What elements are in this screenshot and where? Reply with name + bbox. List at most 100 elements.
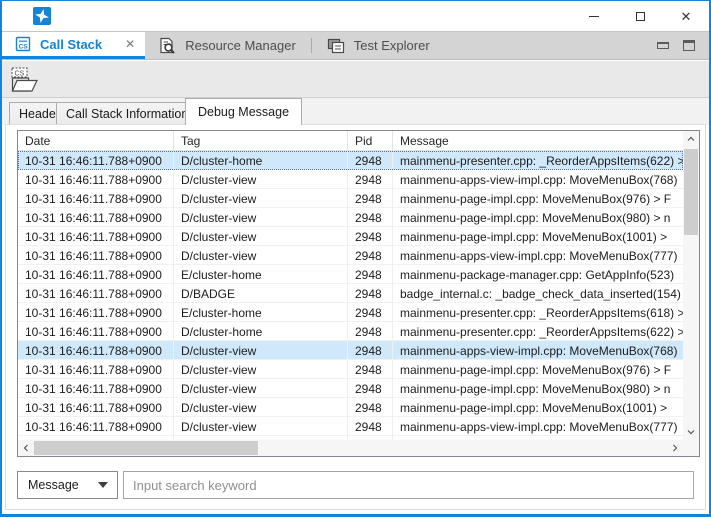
- panel-minimize-icon[interactable]: [657, 42, 669, 49]
- cell-pid: 2948: [348, 170, 393, 189]
- scroll-left-button[interactable]: [18, 440, 34, 456]
- doc-tab-call-stack[interactable]: CS Call Stack ✕: [2, 32, 145, 59]
- cell-pid: 2948: [348, 360, 393, 379]
- cell-tag: E/cluster-home: [174, 265, 348, 284]
- table-row[interactable]: 10-31 16:46:11.788+0900 E/cluster-home 2…: [18, 303, 683, 322]
- doc-tab-resource-manager[interactable]: Resource Manager: [145, 32, 309, 59]
- panel-maximize-icon[interactable]: [683, 40, 695, 51]
- maximize-icon: [636, 12, 645, 21]
- table-row[interactable]: 10-31 16:46:11.788+0900 D/cluster-view 2…: [18, 341, 683, 360]
- column-header-tag[interactable]: Tag: [174, 131, 348, 151]
- cell-message: mainmenu-page-impl.cpp: MoveMenuBox(980)…: [393, 379, 683, 398]
- cell-date: 10-31 16:46:11.788+0900: [18, 208, 174, 227]
- cell-date: 10-31 16:46:11.788+0900: [18, 398, 174, 417]
- table-row[interactable]: 10-31 16:46:11.788+0900 D/cluster-view 2…: [18, 360, 683, 379]
- cell-tag: D/cluster-view: [174, 398, 348, 417]
- column-header-message[interactable]: Message: [393, 131, 683, 151]
- subtab-call-stack-information[interactable]: Call Stack Information: [56, 102, 198, 125]
- cell-date: 10-31 16:46:11.788+0900: [18, 246, 174, 265]
- filter-bar: Message: [17, 471, 694, 499]
- cell-tag: D/cluster-view: [174, 170, 348, 189]
- title-bar: ✕: [2, 1, 709, 31]
- svg-text:CS: CS: [19, 44, 29, 51]
- table-row[interactable]: 10-31 16:46:11.788+0900 D/cluster-view 2…: [18, 246, 683, 265]
- scroll-right-button[interactable]: [667, 440, 683, 456]
- cell-pid: 2948: [348, 341, 393, 360]
- table-row[interactable]: 10-31 16:46:11.788+0900 E/cluster-home 2…: [18, 265, 683, 284]
- table-row[interactable]: 10-31 16:46:11.788+0900 D/cluster-home 2…: [18, 322, 683, 341]
- cell-pid: 2948: [348, 208, 393, 227]
- table-row[interactable]: 10-31 16:46:11.788+0900 D/BADGE 2948 bad…: [18, 284, 683, 303]
- table-row[interactable]: 10-31 16:46:11.788+0900 D/cluster-view 2…: [18, 170, 683, 189]
- dropdown-arrow-icon: [98, 482, 108, 488]
- cell-date: 10-31 16:46:11.788+0900: [18, 189, 174, 208]
- cell-message: mainmenu-presenter.cpp: _ReorderAppsItem…: [393, 303, 683, 322]
- table-row[interactable]: 10-31 16:46:11.788+0900 D/cluster-view 2…: [18, 379, 683, 398]
- table-row[interactable]: 10-31 16:46:11.788+0900 D/cluster-view 2…: [18, 227, 683, 246]
- open-call-stack-folder-icon[interactable]: CS: [10, 66, 40, 94]
- cell-pid: 2948: [348, 322, 393, 341]
- subtab-debug-message[interactable]: Debug Message: [185, 98, 302, 125]
- cell-date: 10-31 16:46:11.788+0900: [18, 341, 174, 360]
- cell-message: mainmenu-page-impl.cpp: MoveMenuBox(976)…: [393, 360, 683, 379]
- horizontal-scrollbar[interactable]: [18, 440, 683, 456]
- chevron-left-icon: [20, 442, 32, 454]
- close-button[interactable]: ✕: [663, 1, 709, 31]
- cell-date: 10-31 16:46:11.788+0900: [18, 151, 174, 170]
- table-row[interactable]: 10-31 16:46:11.788+0900 D/cluster-view 2…: [18, 417, 683, 436]
- cell-date: 10-31 16:46:11.788+0900: [18, 379, 174, 398]
- cell-message: mainmenu-page-impl.cpp: MoveMenuBox(976)…: [393, 189, 683, 208]
- maximize-button[interactable]: [617, 1, 663, 31]
- cell-pid: 2948: [348, 246, 393, 265]
- filter-dropdown[interactable]: Message: [17, 471, 118, 499]
- minimize-button[interactable]: [571, 1, 617, 31]
- cell-tag: E/cluster-home: [174, 303, 348, 322]
- cell-date: 10-31 16:46:11.788+0900: [18, 322, 174, 341]
- vertical-scroll-thumb[interactable]: [684, 149, 698, 235]
- doc-tab-label: Test Explorer: [354, 38, 430, 53]
- app-logo-icon: [33, 7, 51, 25]
- subtab-strip: Header Call Stack Information Debug Mess…: [2, 98, 709, 125]
- cell-message: mainmenu-apps-view-impl.cpp: MoveMenuBox…: [393, 170, 683, 189]
- tab-close-icon[interactable]: ✕: [125, 37, 135, 51]
- cell-message: mainmenu-page-impl.cpp: MoveMenuBox(1001…: [393, 398, 683, 417]
- column-header-date[interactable]: Date: [18, 131, 174, 151]
- cell-message: mainmenu-package-manager.cpp: GetAppInfo…: [393, 265, 683, 284]
- subtab-label: Call Stack Information: [66, 107, 188, 121]
- cell-message: mainmenu-presenter.cpp: _ReorderAppsItem…: [393, 322, 683, 341]
- cell-tag: D/cluster-view: [174, 360, 348, 379]
- scroll-down-button[interactable]: [683, 424, 699, 440]
- cell-tag: D/BADGE: [174, 284, 348, 303]
- table-row[interactable]: 10-31 16:46:11.788+0900 D/cluster-view 2…: [18, 398, 683, 417]
- cell-message: mainmenu-page-impl.cpp: MoveMenuBox(980)…: [393, 208, 683, 227]
- search-input[interactable]: [123, 471, 694, 499]
- horizontal-scroll-thumb[interactable]: [34, 441, 258, 455]
- close-icon: ✕: [681, 10, 692, 23]
- table-row[interactable]: 10-31 16:46:11.788+0900 D/cluster-home 2…: [18, 151, 683, 170]
- table-body: 10-31 16:46:11.788+0900 D/cluster-home 2…: [18, 151, 683, 440]
- call-stack-icon: CS: [15, 36, 31, 52]
- table-row[interactable]: 10-31 16:46:11.788+0900 D/cluster-view 2…: [18, 208, 683, 227]
- cell-message: mainmenu-apps-view-impl.cpp: MoveMenuBox…: [393, 341, 683, 360]
- doc-tab-label: Resource Manager: [185, 38, 296, 53]
- table-row[interactable]: 10-31 16:46:11.788+0900 D/cluster-view 2…: [18, 189, 683, 208]
- scroll-up-button[interactable]: [683, 131, 699, 147]
- doc-tab-label: Call Stack: [40, 37, 102, 52]
- vertical-scrollbar[interactable]: [683, 131, 699, 440]
- cell-date: 10-31 16:46:11.788+0900: [18, 265, 174, 284]
- cell-pid: 2948: [348, 151, 393, 170]
- doc-tab-test-explorer[interactable]: Test Explorer: [314, 32, 443, 59]
- cell-message: mainmenu-apps-view-impl.cpp: MoveMenuBox…: [393, 246, 683, 265]
- window-controls: ✕: [571, 1, 709, 31]
- app-window: ✕ CS Call Stack ✕ Resource Manager: [0, 0, 711, 517]
- test-explorer-icon: [327, 38, 345, 54]
- cell-date: 10-31 16:46:11.788+0900: [18, 284, 174, 303]
- subtab-label: Header: [19, 107, 60, 121]
- column-header-pid[interactable]: Pid: [348, 131, 393, 151]
- toolbar: CS: [2, 61, 709, 98]
- document-tab-bar: CS Call Stack ✕ Resource Manager Te: [2, 31, 709, 60]
- debug-message-panel: Date Tag Pid Message 10-31 16:46:11.788+…: [5, 124, 706, 510]
- filter-dropdown-value: Message: [18, 478, 98, 492]
- cell-date: 10-31 16:46:11.788+0900: [18, 303, 174, 322]
- cell-tag: D/cluster-view: [174, 246, 348, 265]
